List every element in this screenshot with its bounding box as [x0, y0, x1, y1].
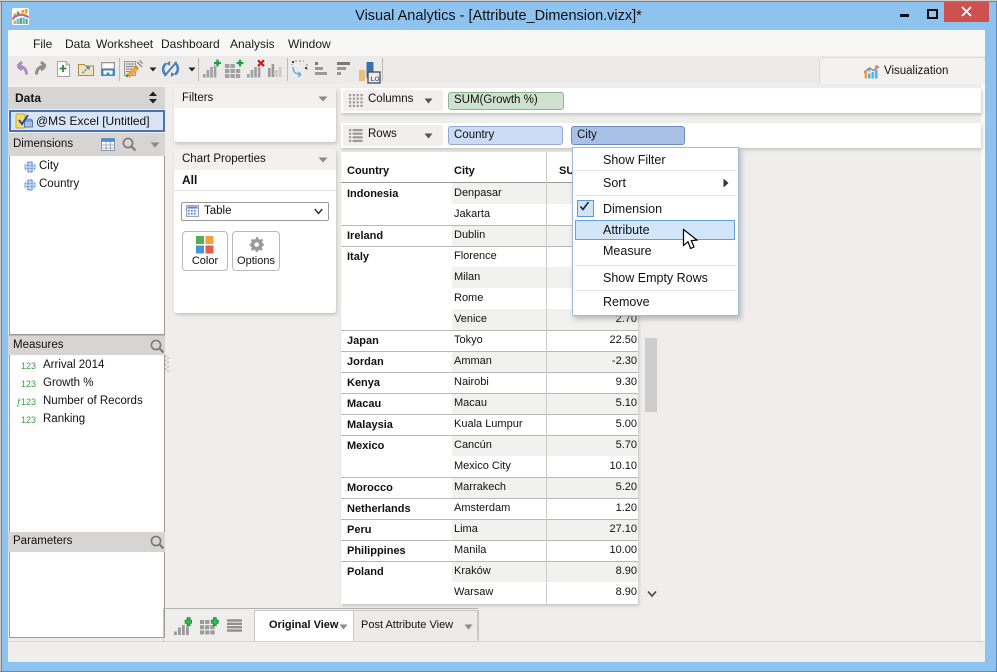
svg-text:LO: LO — [371, 76, 380, 83]
